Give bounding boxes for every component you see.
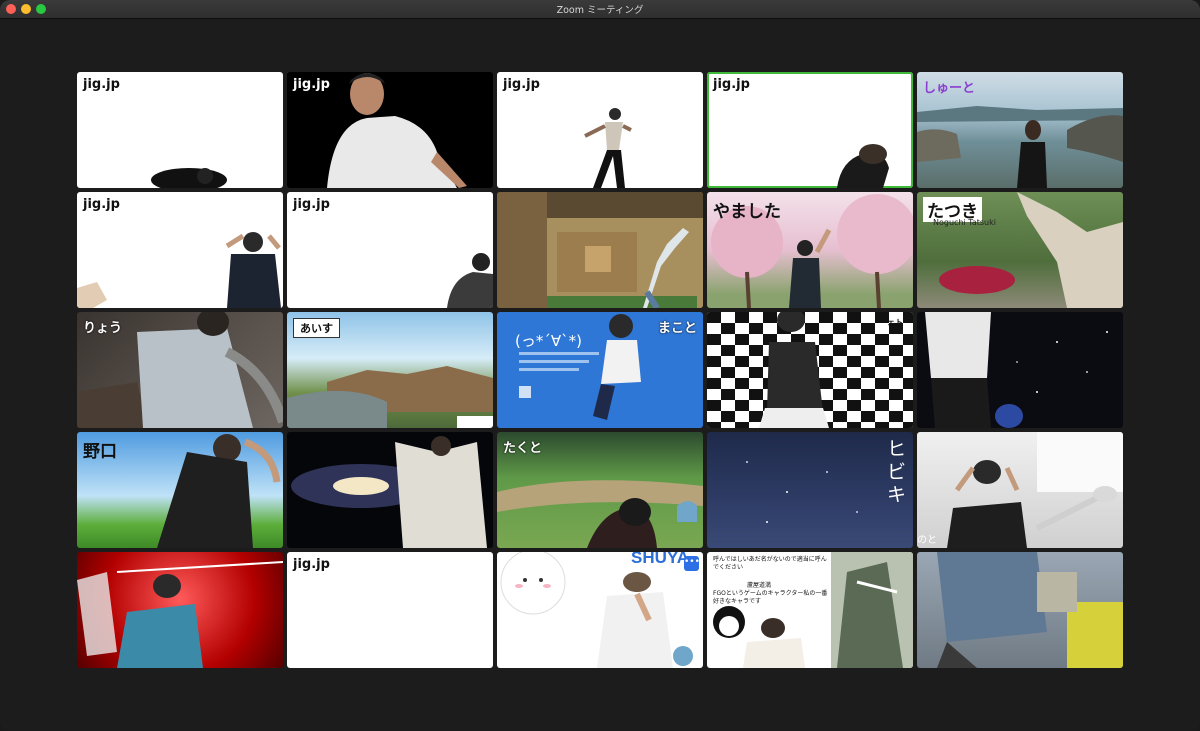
participant-tile[interactable]: ーェト	[707, 312, 913, 428]
participant-tile[interactable]	[77, 552, 283, 668]
participant-subtitle: Noguchi Tatsuki	[933, 218, 996, 227]
participant-name: jig.jp	[293, 197, 330, 212]
participant-name: jig.jp	[83, 197, 120, 212]
participant-tile[interactable]: SHUYA •••	[497, 552, 703, 668]
window-title: Zoom ミーティング	[556, 5, 644, 16]
video-feed	[746, 461, 858, 523]
participant-name: ーェト	[879, 318, 903, 327]
video-feed	[77, 561, 283, 668]
participant-caption: 呼んではしいあだ名がないので適当に呼んでください	[713, 556, 827, 571]
participant-name: jig.jp	[293, 77, 330, 92]
participant-tile[interactable]: jig.jp	[287, 192, 493, 308]
participant-name: たくと	[503, 441, 543, 456]
participant-name: まこと	[657, 321, 697, 336]
video-feed	[707, 312, 913, 428]
participant-tile[interactable]: のと	[917, 432, 1123, 548]
participant-subtitle: (っ*´∀`*)	[515, 332, 582, 350]
participant-tile[interactable]: たつき Noguchi Tatsuki	[917, 192, 1123, 308]
participant-tile[interactable]: ヒビキ	[707, 432, 913, 548]
participant-name: jig.jp	[293, 557, 330, 572]
participant-tile[interactable]: たくと	[497, 432, 703, 548]
participant-name: のと	[917, 535, 937, 546]
video-feed	[937, 552, 1123, 668]
participant-name: 野口	[83, 442, 117, 462]
participant-name: りょう	[83, 321, 123, 336]
participant-caption: 蘆屋道満	[747, 582, 772, 589]
participant-tile[interactable]: jig.jp	[287, 552, 493, 668]
participant-tile[interactable]	[917, 312, 1123, 428]
participant-name: あいす	[293, 318, 340, 338]
participant-tile[interactable]: 野口	[77, 432, 283, 548]
participant-tile[interactable]: しゅーと	[917, 72, 1123, 188]
participant-tile[interactable]: jig.jp	[287, 72, 493, 188]
more-options-button[interactable]: •••	[684, 556, 700, 571]
participant-tile[interactable]: りょう	[77, 312, 283, 428]
gallery-grid: jig.jp jig.jp jig.jp jig.jp しゅーと jig.jp …	[77, 72, 1123, 668]
participant-tile-active-speaker[interactable]: jig.jp	[707, 72, 913, 188]
participant-name: ヒビキ	[887, 438, 907, 506]
participant-tile[interactable]: 呼んではしいあだ名がないので適当に呼んでください FGOというゲームのキャラクタ…	[707, 552, 913, 668]
video-feed	[925, 312, 1108, 428]
participant-name: jig.jp	[713, 77, 750, 92]
participant-tile[interactable]: jig.jp	[77, 72, 283, 188]
participant-tile[interactable]: (っ*´∀`*) まこと	[497, 312, 703, 428]
participant-tile[interactable]: やました	[707, 192, 913, 308]
video-feed	[500, 552, 693, 668]
participant-tile[interactable]: あいす	[287, 312, 493, 428]
video-feed	[291, 436, 487, 548]
zoom-window: Zoom ミーティング jig.jp jig.jp jig.jp jig.jp …	[0, 0, 1200, 731]
participant-tile[interactable]: jig.jp	[497, 72, 703, 188]
participant-name: SHUYA	[631, 552, 689, 567]
title-bar: Zoom ミーティング	[0, 0, 1200, 19]
participant-tile[interactable]	[497, 192, 703, 308]
participant-tile[interactable]	[917, 552, 1123, 668]
video-feed	[947, 432, 1123, 548]
video-feed	[497, 192, 703, 308]
participant-tile[interactable]: jig.jp	[77, 192, 283, 308]
participant-name: やました	[713, 202, 781, 222]
participant-name: jig.jp	[503, 77, 540, 92]
participant-caption: FGOというゲームのキャラクター私の一番好きなキャラです	[713, 590, 828, 605]
participant-name: jig.jp	[83, 77, 120, 92]
participant-tile[interactable]	[287, 432, 493, 548]
participant-name: しゅーと	[923, 81, 976, 96]
